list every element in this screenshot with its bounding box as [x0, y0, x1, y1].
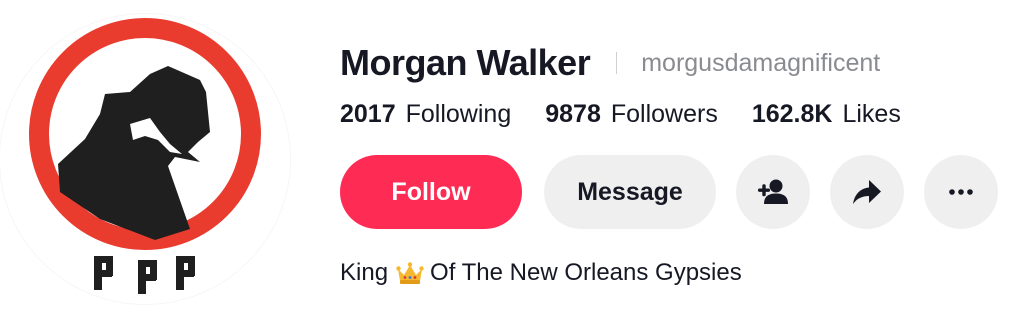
display-name: Morgan Walker — [340, 42, 591, 83]
bio-text-start: King — [340, 259, 389, 286]
add-friend-button[interactable] — [736, 155, 810, 229]
stat-following-label: Following — [405, 99, 512, 128]
stat-followers[interactable]: 9878 Followers — [545, 100, 718, 129]
actions-row: Follow Message — [340, 154, 998, 230]
add-person-icon — [755, 174, 791, 210]
share-arrow-icon — [850, 175, 884, 209]
share-button[interactable] — [830, 155, 904, 229]
stat-likes: 162.8K Likes — [752, 100, 901, 129]
name-row: Morgan Walker morgusdamagnificent — [340, 40, 880, 86]
stat-following[interactable]: 2017 Following — [340, 100, 511, 129]
bio: King Of The New Orleans Gypsies — [340, 255, 742, 291]
stats-row: 2017 Following 9878 Followers 162.8K Lik… — [340, 96, 935, 132]
username: morgusdamagnificent — [641, 48, 881, 77]
name-divider — [616, 52, 618, 74]
stat-likes-label: Likes — [842, 99, 901, 128]
bio-text-end: Of The New Orleans Gypsies — [430, 259, 742, 286]
avatar[interactable] — [0, 14, 290, 304]
more-button[interactable] — [924, 155, 998, 229]
profile-header: Morgan Walker morgusdamagnificent 2017 F… — [0, 0, 1024, 330]
stat-following-count: 2017 — [340, 99, 396, 128]
message-button[interactable]: Message — [544, 155, 716, 229]
stat-likes-count: 162.8K — [751, 99, 833, 128]
stat-followers-label: Followers — [610, 99, 718, 128]
crown-icon — [396, 261, 424, 285]
stat-followers-count: 9878 — [545, 99, 601, 128]
more-dots-icon — [945, 176, 977, 208]
follow-button[interactable]: Follow — [340, 155, 522, 229]
